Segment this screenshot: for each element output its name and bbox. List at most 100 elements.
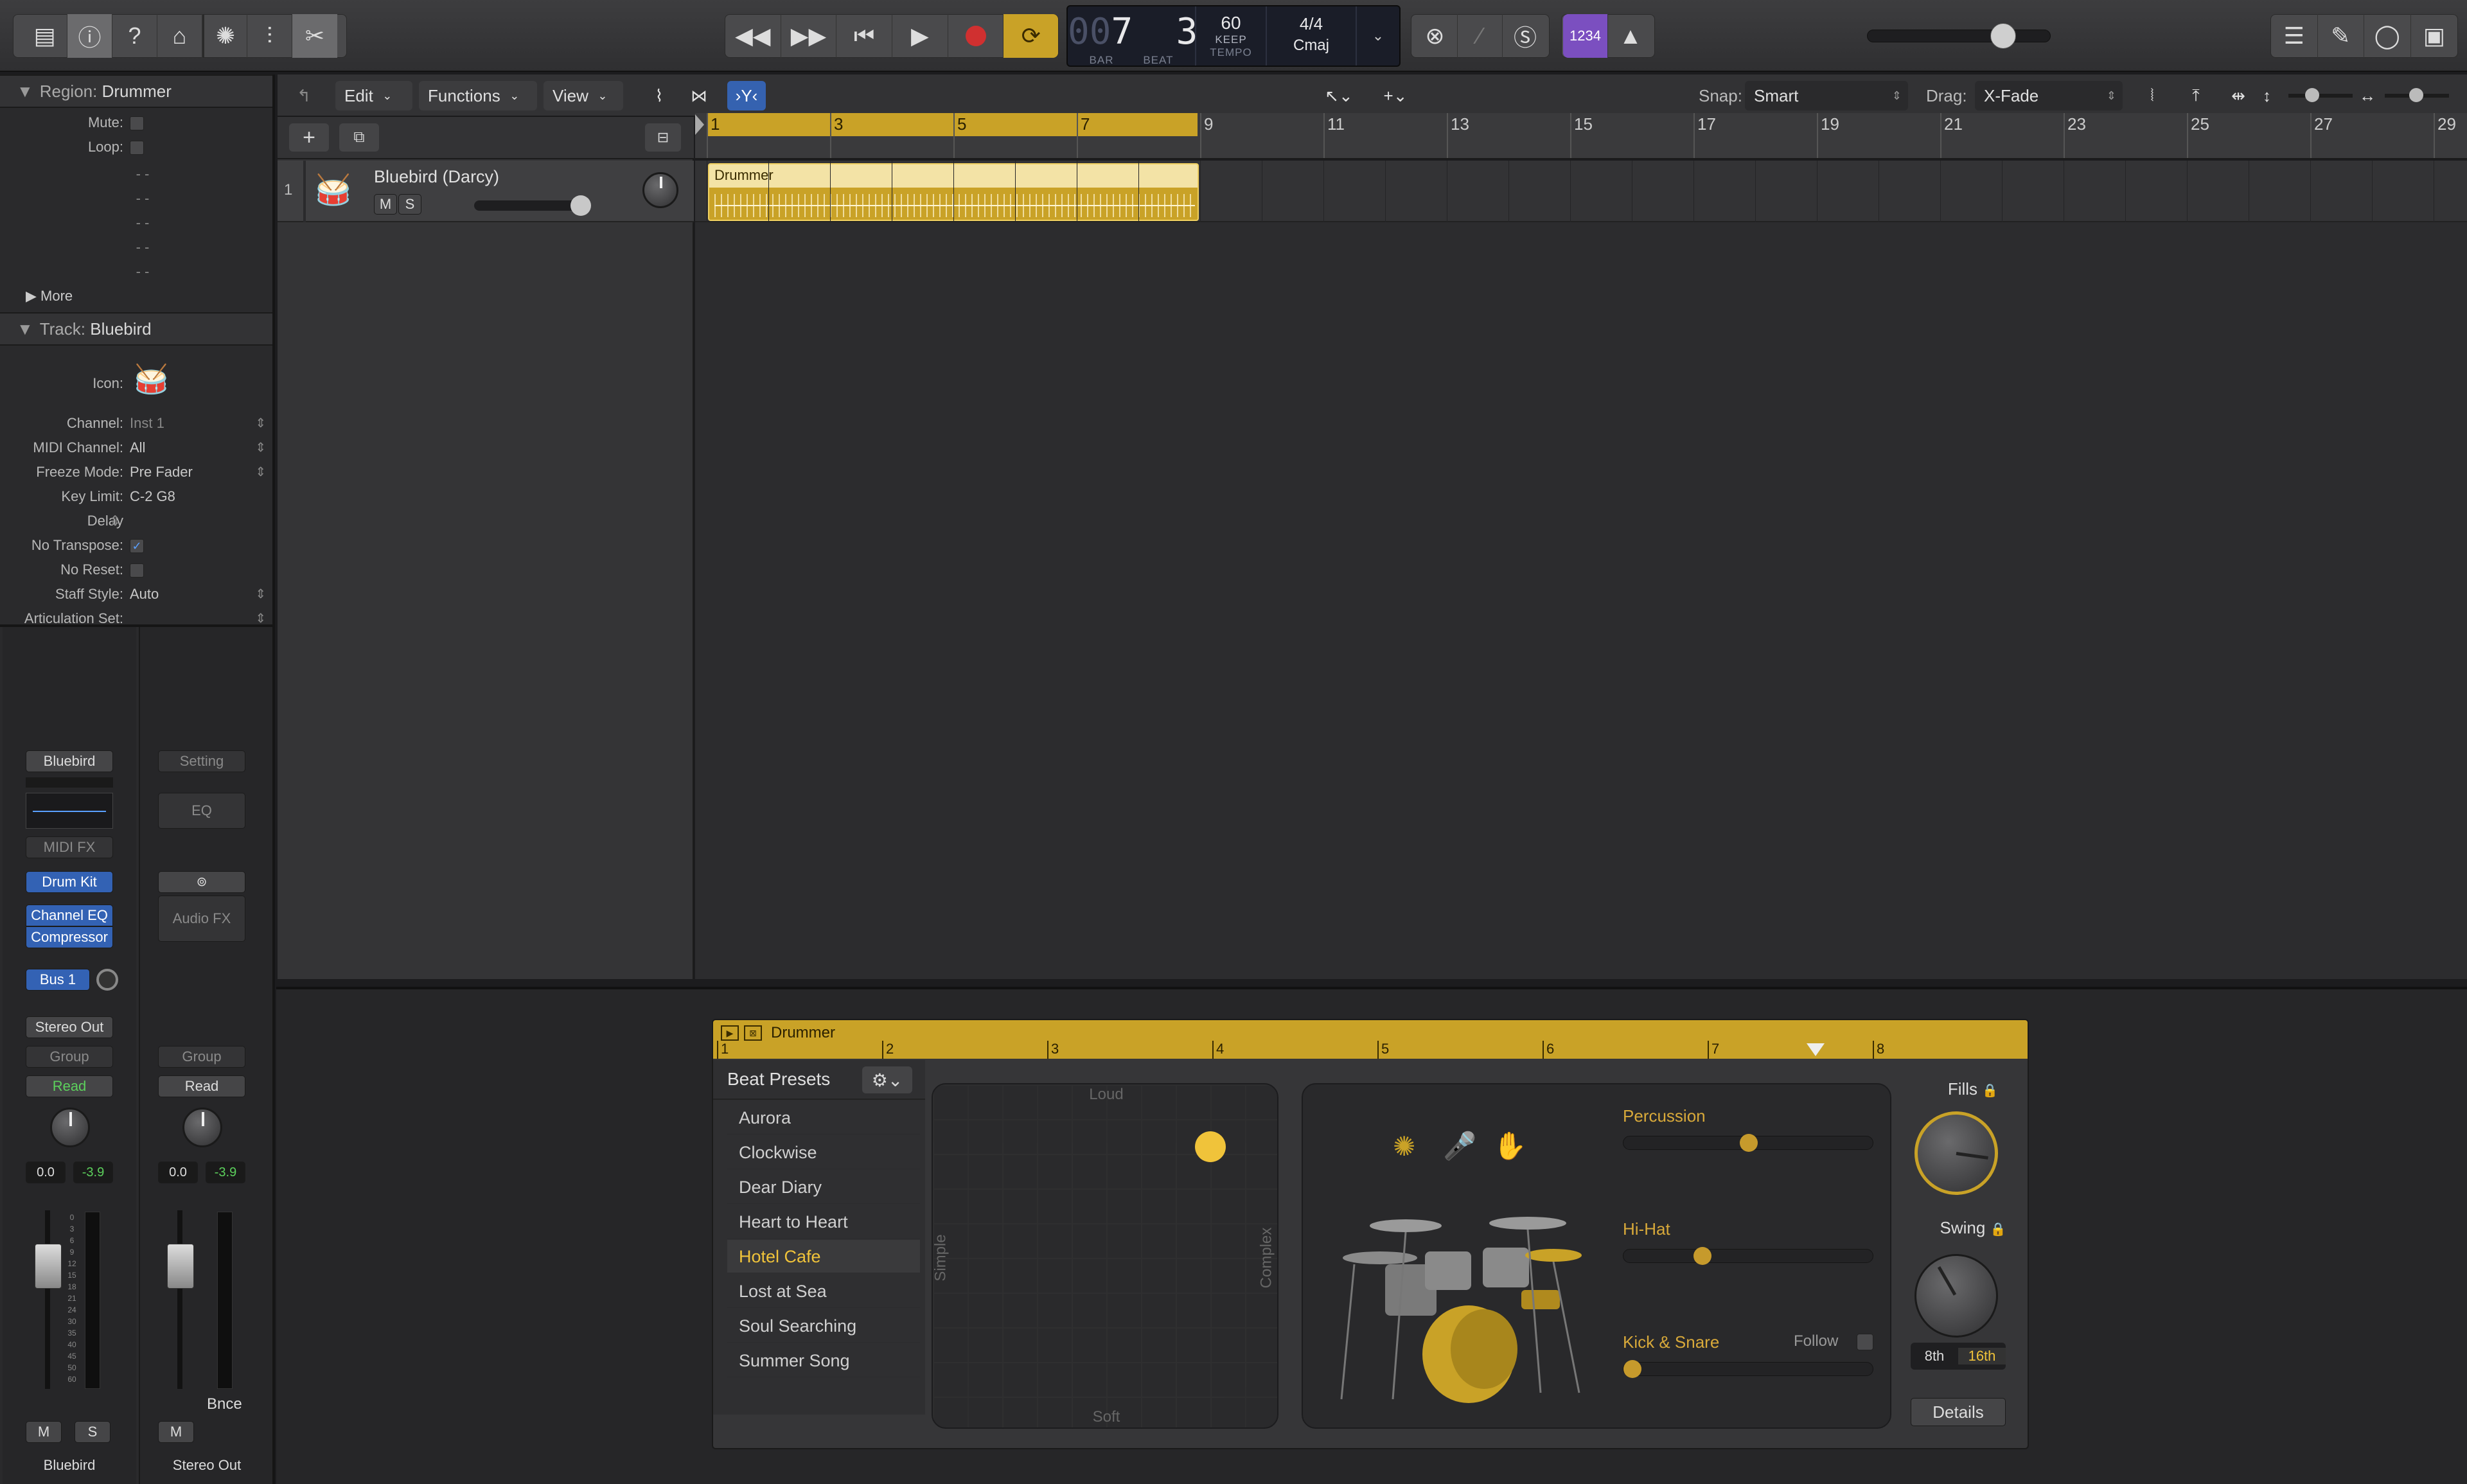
play-region-icon[interactable]: ▶ — [721, 1025, 739, 1041]
drag-select[interactable]: X-Fade ⇕ — [1975, 81, 2123, 110]
follow-checkbox[interactable] — [1857, 1334, 1873, 1350]
channel-name[interactable]: Stereo Out — [140, 1457, 274, 1474]
beat-preset-item[interactable]: Dear Diary — [727, 1170, 920, 1204]
key-limit-row[interactable]: Key Limit: C-2 G8 — [0, 488, 272, 513]
inspector-icon[interactable]: ⓘ — [67, 14, 112, 58]
lcd-display[interactable]: 007 3 BAR BEAT 60 KEEP TEMPO 4/4 Cmaj ⌄ — [1066, 5, 1401, 67]
send-slot[interactable]: Bus 1 — [26, 969, 90, 991]
beat-preset-item[interactable]: Lost at Sea — [727, 1275, 920, 1308]
beat-preset-item[interactable]: Summer Song — [727, 1344, 920, 1377]
mute-button[interactable]: M — [374, 194, 397, 215]
beat-preset-item[interactable]: Soul Searching — [727, 1309, 920, 1343]
playhead-marker-icon[interactable] — [1807, 1043, 1825, 1056]
tracks-area[interactable]: Drummer — [695, 161, 2467, 979]
midi-channel-row[interactable]: MIDI Channel: All ⇕ — [0, 439, 272, 464]
library-icon[interactable]: ▤ — [22, 14, 67, 58]
functions-menu[interactable]: Functions ⌄ — [419, 81, 537, 110]
output-slot[interactable]: Stereo Out — [26, 1016, 113, 1038]
hi-hat-slider-thumb[interactable] — [1693, 1247, 1711, 1265]
volume-knob[interactable] — [1990, 23, 2016, 49]
hi-hat-slider[interactable] — [1623, 1247, 1873, 1265]
fast-forward-icon[interactable]: ▶▶ — [781, 14, 837, 58]
preset-gear-icon[interactable]: ⚙⌄ — [862, 1066, 912, 1093]
no-transpose-checkbox[interactable]: ✓ — [130, 539, 144, 554]
beat-preset-item[interactable]: Aurora — [727, 1101, 920, 1135]
beat-preset-item[interactable]: Clockwise — [727, 1136, 920, 1169]
cycle-icon[interactable]: ⟳ — [1004, 14, 1059, 58]
pan-knob[interactable] — [182, 1108, 222, 1147]
tambourine-icon[interactable]: ✺ — [1393, 1131, 1415, 1162]
setting-button[interactable]: Bluebird — [26, 750, 113, 772]
percussion-slider-thumb[interactable] — [1740, 1134, 1758, 1152]
solo-button[interactable]: S — [398, 194, 421, 215]
tuner-icon[interactable]: ⁄ — [1458, 14, 1503, 58]
mute-button[interactable]: M — [158, 1421, 194, 1443]
fills-knob[interactable] — [1914, 1111, 1998, 1195]
note-pad-icon[interactable]: ✎ — [2318, 14, 2364, 58]
catch-playhead-icon[interactable]: ›Y‹ — [727, 81, 766, 110]
count-in-button[interactable]: 1234 — [1563, 14, 1608, 58]
loop-checkbox[interactable] — [130, 141, 144, 155]
record-icon[interactable] — [948, 14, 1004, 58]
mute-button[interactable]: M — [26, 1421, 62, 1443]
setting-button[interactable]: Setting — [158, 750, 245, 772]
toolbar-icon[interactable]: ⌂ — [157, 14, 202, 58]
eighth-note-button[interactable]: 8th — [1911, 1348, 1958, 1365]
zoom-sliders[interactable]: ↕ ↔ — [2263, 81, 2455, 110]
volume-fader[interactable] — [35, 1244, 62, 1289]
automation-icon[interactable]: ⌇ — [641, 81, 677, 110]
lock-icon[interactable]: 🔒 — [1990, 1223, 2006, 1237]
loudness-complexity-pad[interactable]: Loud Soft Simple Complex — [932, 1083, 1278, 1429]
track-header[interactable]: ▼ Track: Bluebird — [0, 312, 272, 346]
browsers-icon[interactable]: ▣ — [2411, 14, 2458, 58]
snap-select[interactable]: Smart ⇕ — [1745, 81, 1908, 110]
channel-row[interactable]: Channel: Inst 1 ⇕ — [0, 415, 272, 439]
track-name[interactable]: Bluebird (Darcy) — [374, 167, 499, 187]
xy-puck[interactable] — [1195, 1131, 1226, 1162]
region-header[interactable]: ▼ Region: Drummer — [0, 75, 272, 108]
back-arrow-icon[interactable]: ↰ — [297, 81, 311, 110]
sixteenth-note-button[interactable]: 16th — [1958, 1348, 2006, 1365]
pan-knob[interactable] — [50, 1108, 90, 1147]
track-settings-icon[interactable]: ⊟ — [645, 123, 681, 152]
eq-thumbnail[interactable] — [26, 793, 113, 829]
track-volume-slider[interactable] — [474, 195, 591, 216]
solo-button[interactable]: S — [75, 1421, 111, 1443]
track-row[interactable]: 1 🥁 Bluebird (Darcy) M S — [278, 161, 694, 222]
metronome-icon[interactable]: ▲ — [1608, 14, 1653, 58]
smart-controls-icon[interactable]: ✺ — [202, 14, 247, 58]
view-menu[interactable]: View ⌄ — [544, 81, 623, 110]
automation-mode[interactable]: Read — [26, 1075, 113, 1097]
lcd-dropdown-chevron-icon[interactable]: ⌄ — [1357, 6, 1399, 66]
add-track-icon[interactable]: + — [289, 123, 329, 152]
automation-mode[interactable]: Read — [158, 1075, 245, 1097]
waveform-zoom-icon[interactable]: ⦚ — [2134, 81, 2170, 110]
duplicate-track-icon[interactable]: ⧉ — [339, 123, 379, 152]
volume-readout[interactable]: 0.0 — [158, 1162, 198, 1183]
more-disclosure[interactable]: ▶ More — [26, 288, 298, 312]
send-level-knob[interactable] — [96, 969, 118, 991]
volume-fader[interactable] — [167, 1244, 194, 1289]
cycle-region[interactable] — [707, 113, 1198, 136]
midi-fx-slot[interactable]: MIDI FX — [26, 836, 113, 858]
track-pan-knob[interactable] — [642, 172, 678, 208]
kick-snare-slider-thumb[interactable] — [1623, 1360, 1641, 1378]
drummer-ruler[interactable]: ▶ ⊠ Drummer 1 2 3 4 5 6 7 8 — [713, 1020, 2028, 1059]
editors-icon[interactable]: ✂ — [292, 14, 337, 58]
shaker-icon[interactable]: 🎤 — [1443, 1131, 1476, 1162]
solo-icon[interactable]: Ⓢ — [1503, 14, 1548, 58]
volume-readout[interactable]: 0.0 — [26, 1162, 66, 1183]
freeze-mode-row[interactable]: Freeze Mode: Pre Fader ⇕ — [0, 464, 272, 488]
master-volume-slider[interactable] — [1867, 23, 2051, 49]
vertical-fit-icon[interactable]: ⤒ — [2178, 81, 2214, 110]
list-editors-icon[interactable]: ☰ — [2271, 14, 2318, 58]
mute-checkbox[interactable] — [130, 116, 144, 131]
drum-kit-icon[interactable]: 🥁 — [134, 362, 169, 396]
details-button[interactable]: Details — [1911, 1398, 2006, 1426]
delay-row[interactable]: Delay ⇕ — [0, 513, 272, 537]
beat-preset-item[interactable]: Hotel Cafe — [727, 1240, 920, 1273]
instrument-slot[interactable]: Drum Kit — [26, 871, 113, 893]
flex-icon[interactable]: ⋈ — [681, 81, 717, 110]
group-slot[interactable]: Group — [158, 1046, 245, 1068]
audio-fx-slot-2[interactable]: Compressor — [26, 926, 113, 948]
